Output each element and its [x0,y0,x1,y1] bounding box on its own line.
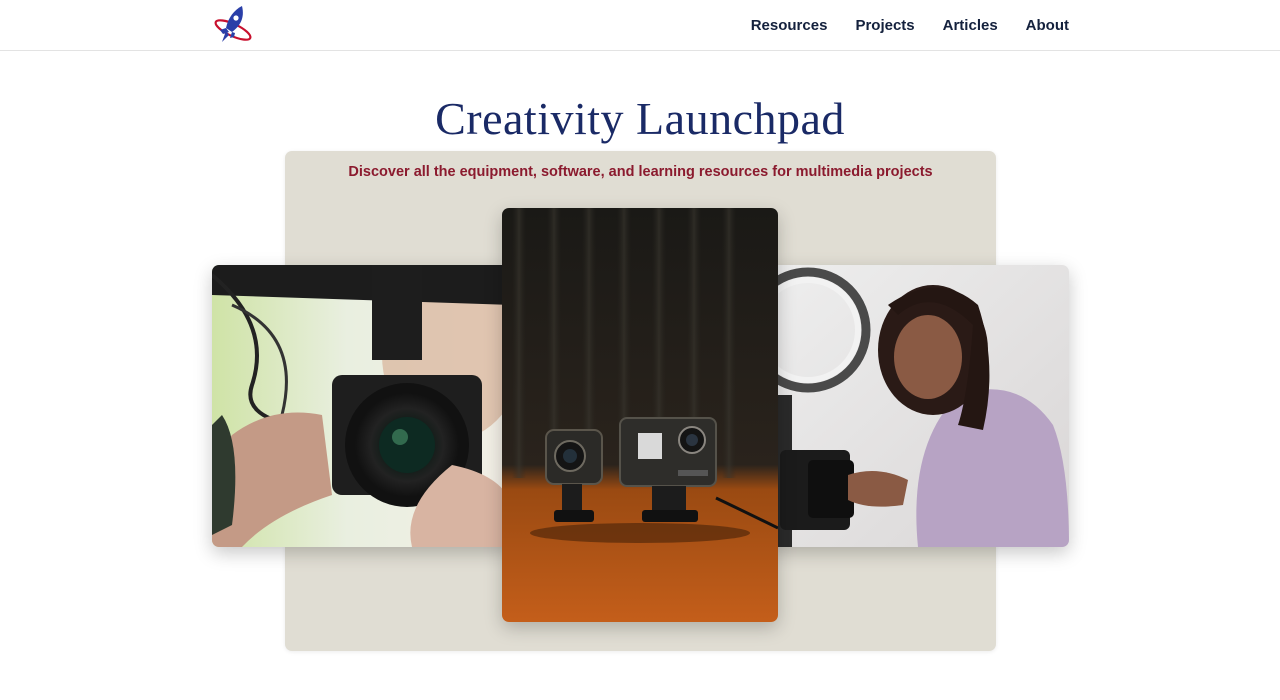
main-nav: Resources Projects Articles About [751,0,1069,50]
ring-light-photo [768,265,1069,547]
nav-link-projects[interactable]: Projects [855,17,914,34]
page-title: Creativity Launchpad [435,93,845,144]
nav-link-articles[interactable]: Articles [943,17,998,34]
rocket-logo-icon[interactable] [212,4,254,46]
video-camera-photo [212,265,512,547]
hero-subtitle: Discover all the equipment, software, an… [348,164,933,180]
nav-link-resources[interactable]: Resources [751,17,828,34]
action-cameras-photo [502,208,778,622]
top-navigation-bar: Resources Projects Articles About [0,0,1280,51]
nav-link-about[interactable]: About [1026,17,1069,34]
